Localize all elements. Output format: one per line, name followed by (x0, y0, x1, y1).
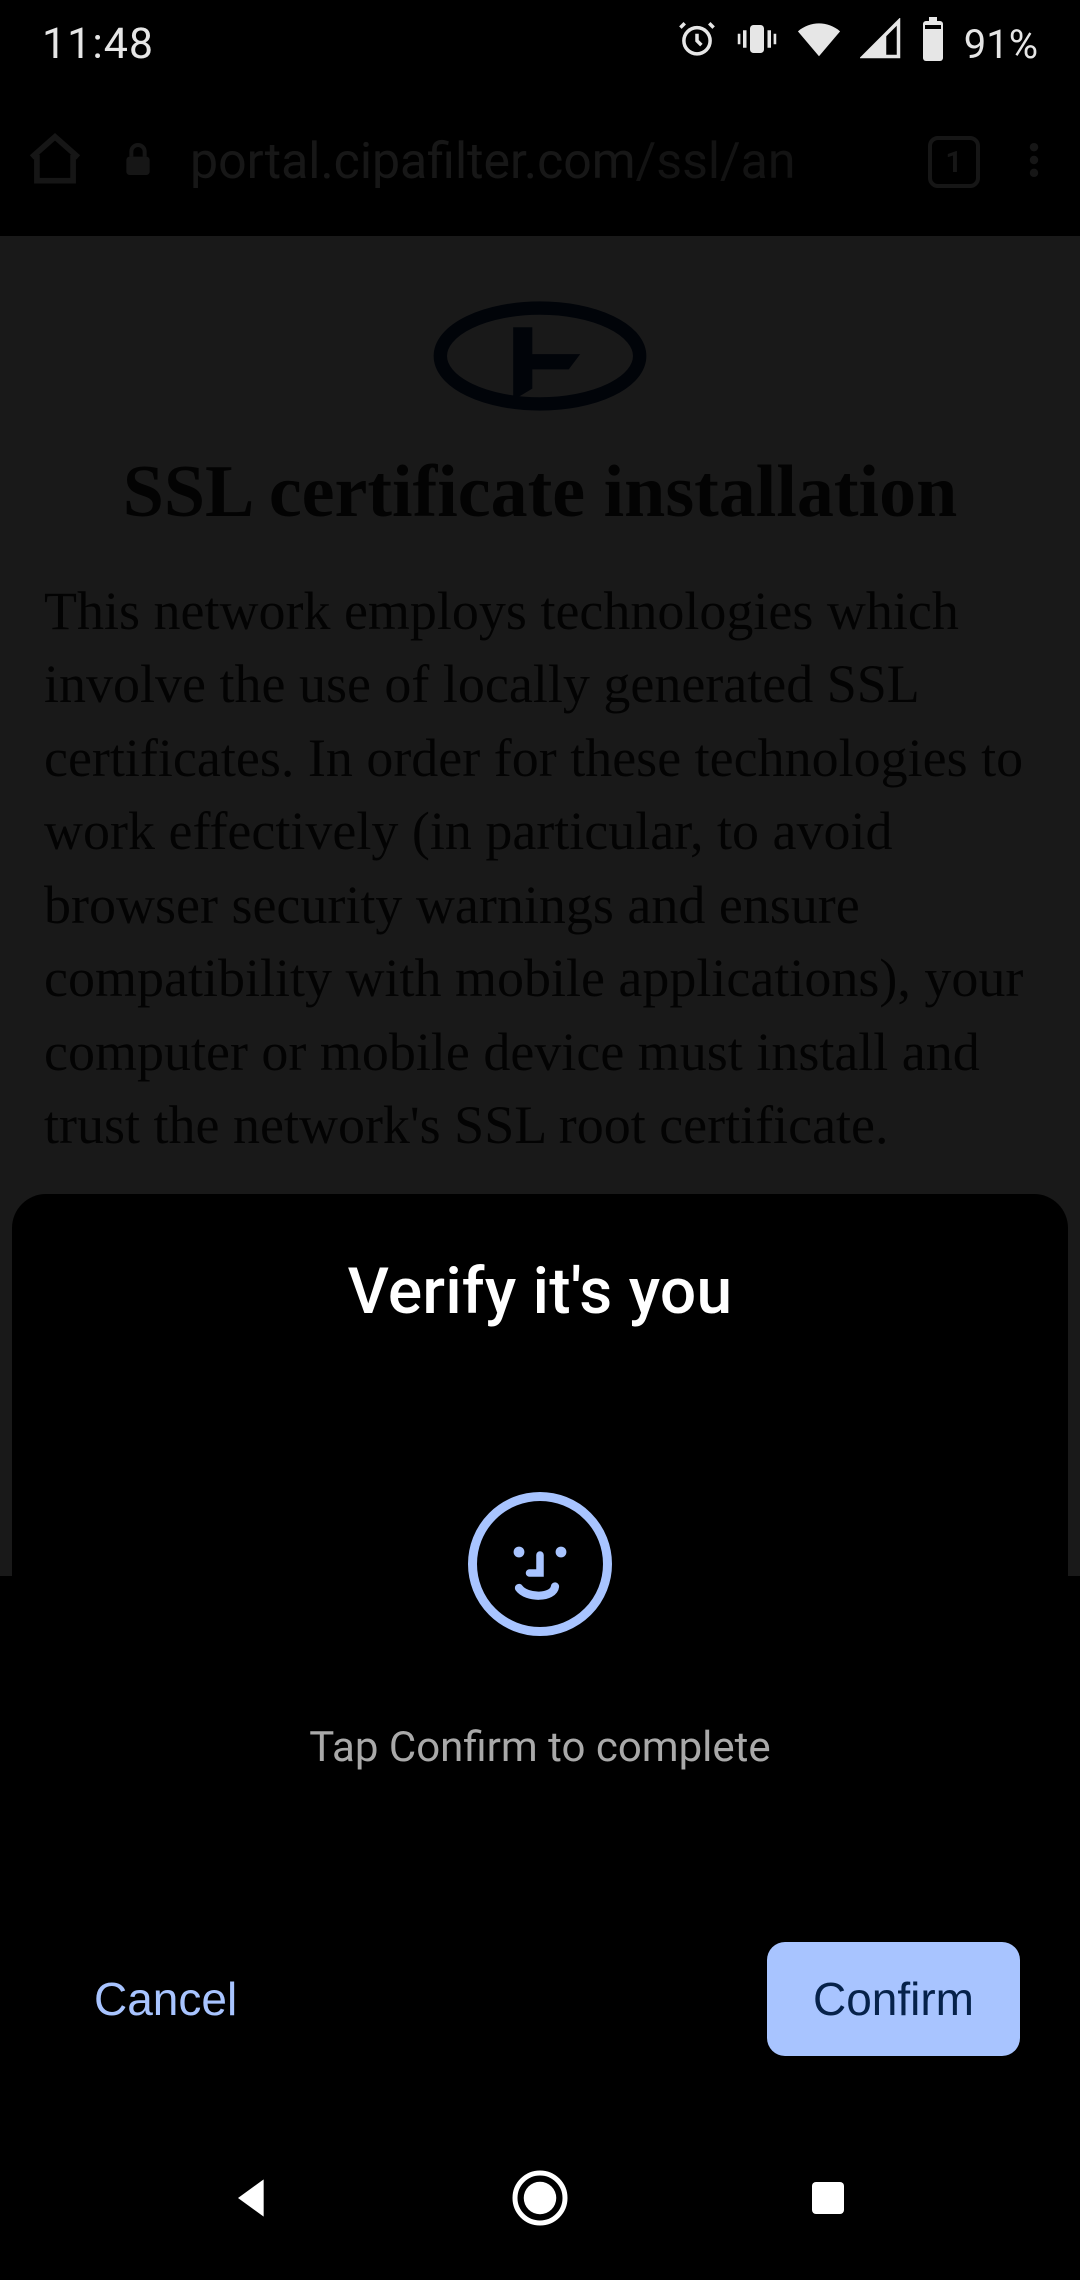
face-unlock-icon (60, 1489, 1020, 1639)
dialog-actions: Cancel Confirm (60, 1942, 1020, 2056)
battery-percentage: 91% (964, 21, 1038, 68)
wifi-icon (796, 16, 842, 73)
confirm-button[interactable]: Confirm (767, 1942, 1020, 2056)
status-icons: 91% (676, 16, 1038, 73)
alarm-icon (676, 18, 718, 71)
verify-dialog: Verify it's you Tap Confirm to complete … (12, 1194, 1068, 2104)
clock: 11:48 (42, 19, 154, 69)
battery-icon (920, 17, 946, 72)
cell-signal-icon (860, 18, 902, 71)
navigation-bar (0, 2116, 1080, 2280)
status-bar: 11:48 91% (0, 0, 1080, 88)
dialog-title: Verify it's you (60, 1254, 1020, 1329)
vibrate-icon (736, 18, 778, 71)
dialog-hint: Tap Confirm to complete (60, 1723, 1020, 1772)
home-button[interactable] (504, 2162, 576, 2234)
back-button[interactable] (216, 2162, 288, 2234)
cancel-button[interactable]: Cancel (60, 1950, 271, 2048)
recents-button[interactable] (792, 2162, 864, 2234)
